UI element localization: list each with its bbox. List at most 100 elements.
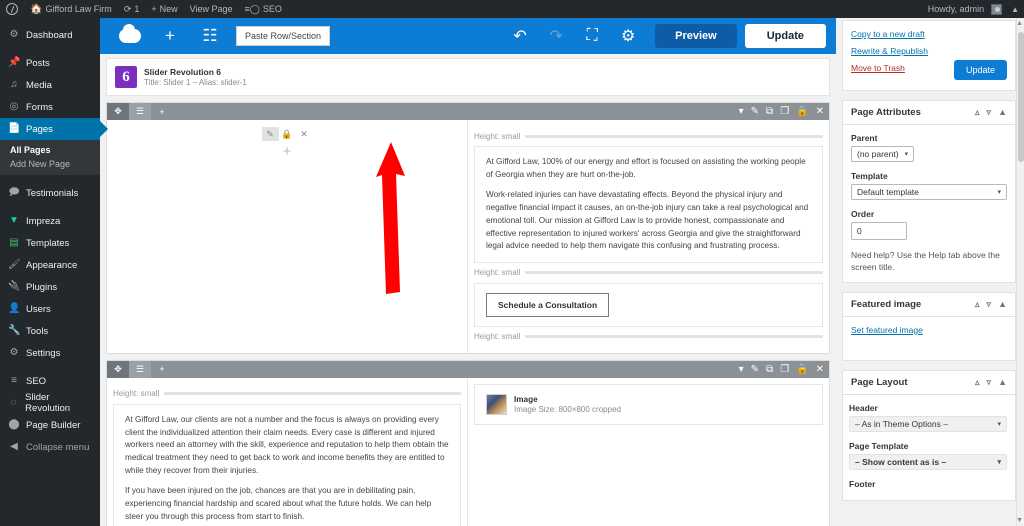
pencil-icon[interactable]: ✎: [751, 364, 759, 375]
sidebar-item-templates[interactable]: Templates: [0, 232, 100, 254]
lock-icon[interactable]: 🔒: [279, 127, 296, 141]
sidebar-item-forms[interactable]: Forms: [0, 96, 100, 118]
view-page-button[interactable]: View Page: [184, 0, 239, 18]
pencil-icon[interactable]: ✎: [751, 106, 759, 117]
builder-settings-button[interactable]: ⚙: [611, 18, 645, 54]
site-name-button[interactable]: 🏠 Gifford Law Firm: [24, 0, 118, 18]
page-template-select[interactable]: – Show content as is – ▾: [849, 453, 1007, 470]
seo-button[interactable]: ≡◯ SEO: [239, 0, 288, 18]
duplicate-icon[interactable]: ❐: [780, 106, 789, 117]
height-control-1[interactable]: Height: small: [474, 129, 823, 143]
toggle-panel-icon[interactable]: ▲: [998, 299, 1007, 310]
height-control-2[interactable]: Height: small: [474, 266, 823, 280]
rewrite-republish-link[interactable]: Rewrite & Republish: [851, 46, 1007, 56]
row-add-button[interactable]: +: [151, 361, 173, 378]
close-icon[interactable]: ✕: [296, 127, 313, 141]
parent-select[interactable]: (no parent) ▾: [851, 146, 915, 162]
submenu-item-all-pages[interactable]: All Pages: [0, 143, 100, 157]
template-select[interactable]: Default template ▾: [851, 184, 1007, 200]
sidebar-item-tools[interactable]: Tools: [0, 320, 100, 342]
toggle-panel-icon[interactable]: ▲: [998, 107, 1007, 118]
height-control-4[interactable]: Height: small: [113, 387, 461, 401]
sidebar-item-plugins[interactable]: Plugins: [0, 276, 100, 298]
move-down-icon[interactable]: ▿: [987, 107, 992, 118]
slider-revolution-strip[interactable]: 6 Slider Revolution 6 Title: Slider 1 – …: [106, 58, 830, 96]
height-slider[interactable]: [164, 392, 461, 396]
slider-revolution-icon: [8, 398, 19, 408]
sidebar-item-pages[interactable]: Pages: [0, 118, 108, 140]
toggle-panel-icon[interactable]: ▲: [998, 377, 1007, 388]
layout-button[interactable]: ☷: [190, 18, 230, 54]
sidebar-scrollbar[interactable]: ▲ ▼: [1016, 18, 1024, 526]
sidebar-item-collapse-menu[interactable]: Collapse menu: [0, 436, 100, 458]
sidebar-item-page-builder[interactable]: Page Builder: [0, 414, 100, 436]
height-slider[interactable]: [525, 335, 823, 339]
row-1-column-left[interactable]: ✎ 🔒 ✕ +: [107, 120, 468, 353]
new-content-button[interactable]: + New: [145, 0, 183, 18]
add-element-placeholder[interactable]: +: [113, 143, 461, 160]
copy-icon[interactable]: ⧉: [766, 106, 773, 117]
update-button[interactable]: Update: [744, 24, 826, 48]
caret-down-icon[interactable]: ▾: [739, 106, 744, 117]
scroll-down-icon[interactable]: ▼: [1016, 517, 1023, 524]
height-slider[interactable]: [525, 134, 823, 138]
sidebar-item-slider-revolution[interactable]: Slider Revolution: [0, 392, 100, 414]
move-up-icon[interactable]: ▵: [975, 377, 980, 388]
builder-logo-button[interactable]: [110, 18, 150, 54]
order-input[interactable]: 0: [851, 222, 907, 240]
row-columns-button[interactable]: ☰: [129, 103, 151, 120]
text-element-1[interactable]: At Gifford Law, 100% of our energy and e…: [474, 146, 823, 263]
sidebar-item-appearance[interactable]: Appearance: [0, 254, 100, 276]
sidebar-item-posts[interactable]: Posts: [0, 52, 100, 74]
text-element-2[interactable]: At Gifford Law, our clients are not a nu…: [113, 403, 461, 526]
row-columns-button[interactable]: ☰: [129, 360, 151, 378]
scrollbar-thumb[interactable]: [1018, 32, 1024, 162]
chevron-up-icon[interactable]: ▲: [1008, 5, 1024, 14]
paste-row-section-button[interactable]: Paste Row/Section: [236, 26, 331, 46]
sidebar-item-impreza[interactable]: Impreza: [0, 210, 100, 232]
move-down-icon[interactable]: ▿: [987, 377, 992, 388]
preview-button[interactable]: Preview: [655, 24, 737, 48]
wp-logo-button[interactable]: [0, 0, 24, 18]
sidebar-item-seo[interactable]: SEO: [0, 370, 100, 392]
close-icon[interactable]: ✕: [816, 364, 824, 375]
scroll-up-icon[interactable]: ▲: [1016, 20, 1023, 27]
row-move-handle[interactable]: ✥: [107, 103, 129, 120]
copy-icon[interactable]: ⧉: [766, 364, 773, 375]
sidebar-update-button[interactable]: Update: [953, 60, 1007, 80]
lock-icon[interactable]: 🔒: [796, 106, 808, 117]
add-element-button[interactable]: +: [150, 18, 190, 54]
move-down-icon[interactable]: ▿: [987, 299, 992, 310]
redo-button[interactable]: ↷: [539, 18, 573, 54]
updates-button[interactable]: ⟳ 1: [118, 0, 146, 18]
my-account-button[interactable]: Howdy, admin: [922, 0, 1008, 18]
caret-down-icon[interactable]: ▾: [739, 364, 744, 375]
sidebar-item-settings[interactable]: Settings: [0, 342, 100, 364]
sidebar-item-media[interactable]: Media: [0, 74, 100, 96]
move-up-icon[interactable]: ▵: [975, 107, 980, 118]
height-control-3[interactable]: Height: small: [474, 330, 823, 344]
row-2-column-left[interactable]: Height: small At Gifford Law, our client…: [107, 377, 468, 526]
row-move-handle[interactable]: ✥: [107, 360, 129, 378]
button-element[interactable]: Schedule a Consultation: [474, 282, 823, 327]
close-icon[interactable]: ✕: [816, 106, 824, 117]
lock-icon[interactable]: 🔒: [796, 364, 808, 375]
submenu-item-add-new-page[interactable]: Add New Page: [0, 157, 100, 171]
sidebar-item-testimonials[interactable]: Testimonials: [0, 182, 100, 204]
row-1-column-right[interactable]: Height: small At Gifford Law, 100% of ou…: [468, 120, 829, 353]
header-select[interactable]: – As in Theme Options – ▾: [849, 415, 1007, 432]
fullscreen-button[interactable]: ⛶: [575, 18, 609, 54]
image-element[interactable]: Image Image Size: 800×800 cropped: [474, 383, 823, 425]
set-featured-image-link[interactable]: Set featured image: [851, 325, 1007, 335]
row-add-button[interactable]: +: [151, 103, 173, 120]
row-2-column-right[interactable]: Image Image Size: 800×800 cropped: [468, 378, 829, 526]
schedule-consultation-button[interactable]: Schedule a Consultation: [486, 292, 610, 317]
sidebar-item-users[interactable]: Users: [0, 298, 100, 320]
pencil-icon[interactable]: ✎: [261, 127, 279, 141]
sidebar-item-dashboard[interactable]: Dashboard: [0, 24, 100, 46]
duplicate-icon[interactable]: ❐: [780, 364, 789, 375]
move-up-icon[interactable]: ▵: [975, 299, 980, 310]
undo-button[interactable]: ↶: [503, 18, 537, 54]
height-slider[interactable]: [525, 271, 823, 275]
copy-to-new-draft-link[interactable]: Copy to a new draft: [851, 29, 1007, 39]
